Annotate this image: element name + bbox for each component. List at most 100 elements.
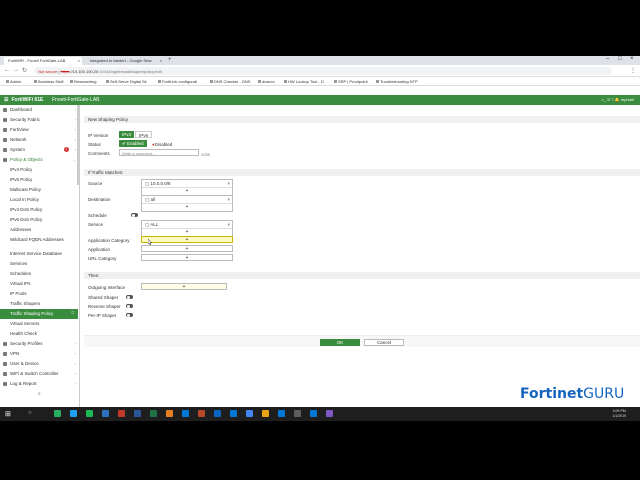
sidebar-item-wildcard-fqdn-addresses[interactable]: Wildcard FQDN Addresses (0, 235, 70, 249)
remove-icon[interactable]: × (227, 181, 230, 186)
bookmark[interactable]: DNS Checker - DNS (210, 79, 250, 84)
app-icon[interactable] (326, 410, 333, 417)
remove-icon[interactable]: × (227, 222, 230, 227)
browser-tab[interactable]: integrated to fabdert - Google Sear × (86, 57, 164, 65)
sidebar-search-icon[interactable]: ⌕ (38, 391, 41, 397)
sidebar-item-fortiview[interactable]: FortiView › (0, 125, 78, 135)
app-icon[interactable] (182, 410, 189, 417)
app-icon[interactable] (86, 410, 93, 417)
sidebar-item-virtual-ips[interactable]: Virtual IPs (0, 279, 78, 289)
chrome-icon[interactable] (246, 410, 253, 417)
app-icon[interactable] (150, 410, 157, 417)
status-disabled-button[interactable]: Disabled (152, 142, 173, 147)
tab-close-icon[interactable]: × (160, 58, 162, 63)
app-icon[interactable] (310, 410, 317, 417)
app-icon[interactable] (262, 410, 269, 417)
tab-close-icon[interactable]: × (78, 58, 80, 63)
app-icon[interactable] (230, 410, 237, 417)
add-icon[interactable]: + (142, 204, 232, 211)
app-icon[interactable] (54, 410, 61, 417)
sidebar-item-dashboard[interactable]: Dashboard › (0, 105, 78, 115)
ipv4-toggle[interactable]: IPv4 (119, 131, 135, 138)
clock[interactable]: 3:09 PM 1/1/2019 (612, 409, 626, 419)
sidebar-item-user-device[interactable]: User & Device › (0, 359, 78, 369)
bookmark[interactable]: Self-Serve Digital Sk (106, 79, 147, 84)
sidebar-item-network[interactable]: Network › (0, 135, 78, 145)
add-icon[interactable]: + (142, 229, 232, 236)
user-menu[interactable]: >_ ⎋ ? 🔔 mprueil (602, 97, 635, 102)
app-icon[interactable] (134, 410, 141, 417)
reverse-shaper-toggle[interactable] (126, 304, 133, 308)
status-enabled-button[interactable]: ✔ Enabled (119, 140, 147, 147)
bookmark[interactable]: Troubleshooting NTP (376, 79, 418, 84)
service-field[interactable]: ▢ ALL × + (141, 220, 233, 237)
browser-tab-active[interactable]: FortiWiFi - Fnoeti FortiGate-LAB × (4, 57, 82, 65)
back-icon[interactable]: ← (4, 67, 10, 73)
source-field[interactable]: ▢ 10.0.0.0/8 × + (141, 179, 233, 196)
bookmark[interactable]: SRP | Proofpoint (334, 79, 368, 84)
add-icon[interactable]: + (142, 188, 232, 195)
sidebar-item-virtual-servers[interactable]: Virtual Servers (0, 319, 78, 329)
bookmark[interactable]: draw.io (258, 79, 275, 84)
remove-icon[interactable]: × (227, 197, 230, 202)
sidebar-item-local-in-policy[interactable]: Local In Policy (0, 195, 78, 205)
reload-icon[interactable]: ↻ (22, 67, 27, 74)
sidebar-scrollbar[interactable] (77, 105, 80, 185)
destination-field[interactable]: ▢ all × + (141, 195, 233, 212)
sidebar-item-system[interactable]: System › 1 (0, 145, 78, 155)
app-icon[interactable] (118, 410, 125, 417)
sidebar-item-services[interactable]: Services (0, 259, 78, 269)
sidebar-item-multicast-policy[interactable]: Multicast Policy (0, 185, 78, 195)
per-ip-shaper-toggle[interactable] (126, 313, 133, 317)
bookmark[interactable]: Researching (70, 79, 96, 84)
browser-menu-icon[interactable]: ⋮ (630, 67, 636, 74)
app-category-field[interactable]: + (141, 236, 233, 243)
app-icon[interactable] (166, 410, 173, 417)
schedule-toggle[interactable] (131, 213, 138, 217)
sidebar-item-wifi-switch-controller[interactable]: WiFi & Switch Controller › (0, 369, 78, 379)
app-icon[interactable] (102, 410, 109, 417)
cancel-button[interactable]: Cancel (364, 339, 404, 346)
minimize-icon[interactable]: – (606, 56, 609, 62)
ok-button[interactable]: OK (320, 339, 360, 346)
comments-field[interactable]: Write a comment... (119, 149, 199, 156)
favorite-star-icon[interactable]: ☆ (71, 310, 75, 316)
sidebar-item-ip-pools[interactable]: IP Pools (0, 289, 78, 299)
url-field[interactable]: Not secure | https://10.100.100.20:10443… (34, 67, 612, 75)
sidebar-item-policy-objects[interactable]: Policy & Objects ⌵ (0, 155, 78, 165)
app-icon[interactable] (70, 410, 77, 417)
product-name[interactable]: FortiWiFi 61E (4, 97, 43, 103)
shared-shaper-toggle[interactable] (126, 295, 133, 299)
url-category-field[interactable]: + (141, 254, 233, 261)
bookmark[interactable]: Admin (6, 79, 21, 84)
outgoing-interface-field[interactable]: + (141, 283, 227, 290)
windows-start-icon[interactable]: ⊞ (5, 410, 11, 418)
search-icon[interactable]: ○ (28, 410, 32, 416)
bookmark[interactable]: Business Stuff (34, 79, 64, 84)
app-icon[interactable] (198, 410, 205, 417)
sidebar-item-ipv6-dos-policy[interactable]: IPv6 DoS Policy (0, 215, 78, 225)
app-icon[interactable] (214, 410, 221, 417)
ipv6-toggle[interactable]: IPv6 (135, 131, 153, 138)
sidebar-item-internet-service-database[interactable]: Internet Service Database (0, 249, 78, 259)
sidebar-item-vpn[interactable]: VPN › (0, 349, 78, 359)
sidebar-item-traffic-shaping-policy[interactable]: Traffic Shaping Policy ☆ (0, 309, 78, 319)
bookmark[interactable]: FortiLink configurati (158, 79, 197, 84)
sidebar-item-ipv4-policy[interactable]: IPv4 Policy (0, 165, 78, 175)
sidebar-item-ipv6-policy[interactable]: IPv6 Policy (0, 175, 78, 185)
bookmark[interactable]: HW Lookup Tool - D (284, 79, 324, 84)
app-icon[interactable] (294, 410, 301, 417)
app-icon[interactable] (278, 410, 285, 417)
sidebar-item-security-profiles[interactable]: Security Profiles › (0, 339, 78, 349)
sidebar-item-ipv4-dos-policy[interactable]: IPv4 DoS Policy (0, 205, 78, 215)
sidebar-item-schedules[interactable]: Schedules (0, 269, 78, 279)
new-tab-icon[interactable]: + (168, 57, 172, 63)
sidebar-item-addresses[interactable]: Addresses (0, 225, 78, 235)
sidebar-item-log-report[interactable]: Log & Report › (0, 379, 78, 389)
window-close-icon[interactable]: × (630, 56, 634, 62)
application-field[interactable]: + (141, 245, 233, 252)
sidebar-item-security-fabric[interactable]: Security Fabric › (0, 115, 78, 125)
sidebar-item-health-check[interactable]: Health Check (0, 329, 78, 339)
maximize-icon[interactable]: □ (618, 56, 622, 62)
forward-icon[interactable]: → (13, 67, 19, 73)
